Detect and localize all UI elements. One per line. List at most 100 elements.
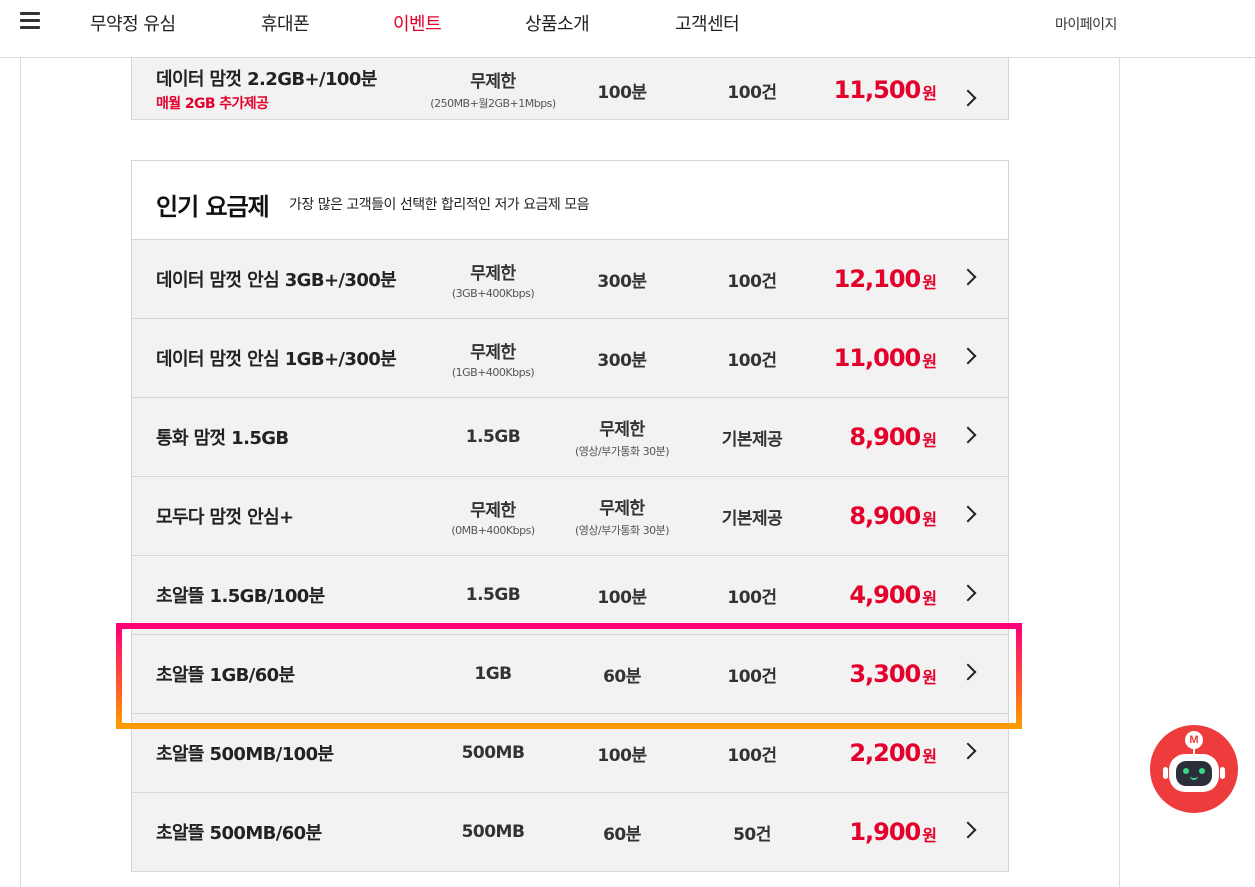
plan-row[interactable]: 통화 맘껏 1.5GB 1.5GB 무제한 (영상/부가통화 30분) 기본제공 8,90… bbox=[131, 397, 1009, 477]
plan-voice-main: 300분 bbox=[597, 350, 647, 371]
plan-name: 데이터 맘껏 2.2GB+/100분 bbox=[156, 69, 377, 90]
chatbot-eye-left bbox=[1183, 768, 1189, 774]
chatbot-button[interactable]: M bbox=[1150, 725, 1238, 813]
plan-price: 3,300 원 bbox=[849, 635, 937, 713]
plan-data: 500MB bbox=[423, 793, 563, 871]
plan-voice: 60분 bbox=[552, 635, 692, 713]
chevron-right-icon bbox=[959, 821, 977, 839]
chevron-right-icon bbox=[959, 742, 977, 760]
plan-name-block: 초알뜰 500MB/100분 bbox=[156, 714, 416, 792]
plan-voice-sub: (영상/부가통화 30분) bbox=[574, 524, 670, 537]
plan-price-currency: 원 bbox=[922, 352, 937, 371]
chevron-right-icon bbox=[959, 505, 977, 523]
plan-price: 12,100 원 bbox=[833, 240, 937, 318]
plan-row[interactable]: 데이터 맘껏 안심 3GB+/300분 무제한 (3GB+400Kbps) 300분 1… bbox=[131, 239, 1009, 319]
plan-price: 4,900 원 bbox=[849, 556, 937, 634]
plan-row[interactable]: 초알뜰 500MB/100분 500MB 100분 100건 2,200 원 bbox=[131, 713, 1009, 793]
chatbot-ear-right bbox=[1220, 767, 1225, 779]
plan-sms-main: 100건 bbox=[727, 666, 777, 687]
plan-sms-main: 100건 bbox=[727, 587, 777, 608]
plan-price: 8,900 원 bbox=[849, 477, 937, 555]
plan-sms-main: 100건 bbox=[727, 82, 777, 103]
plan-row[interactable]: 초알뜰 500MB/60분 500MB 60분 50건 1,900 원 bbox=[131, 792, 1009, 872]
plan-row[interactable]: 초알뜰 1GB/60분 1GB 60분 100건 3,300 원 bbox=[131, 634, 1009, 714]
plan-sms-main: 100건 bbox=[727, 745, 777, 766]
plan-price-currency: 원 bbox=[922, 273, 937, 292]
plan-name-block: 초알뜰 500MB/60분 bbox=[156, 793, 416, 871]
plan-sms-main: 100건 bbox=[727, 350, 777, 371]
chevron-right-icon bbox=[959, 584, 977, 602]
plan-sms: 100건 bbox=[682, 240, 822, 318]
plan-sms-main: 100건 bbox=[727, 271, 777, 292]
plan-price-currency: 원 bbox=[922, 826, 937, 845]
plan-data-main: 무제한 bbox=[470, 72, 516, 92]
nav-item-phone[interactable]: 휴대폰 bbox=[261, 10, 310, 36]
plan-name-block: 데이터 맘껏 안심 1GB+/300분 bbox=[156, 319, 416, 397]
plan-name: 데이터 맘껏 안심 1GB+/300분 bbox=[156, 349, 397, 370]
section-description: 가장 많은 고객들이 선택한 합리적인 저가 요금제 모음 bbox=[289, 197, 590, 213]
plan-name: 초알뜰 1GB/60분 bbox=[156, 665, 295, 686]
plan-data-sub: (1GB+400Kbps) bbox=[451, 365, 535, 379]
plan-data-main: 500MB bbox=[461, 822, 525, 842]
menu-icon[interactable] bbox=[20, 12, 40, 30]
plan-row[interactable]: 모두다 맘껏 안심+ 무제한 (0MB+400Kbps) 무제한 (영상/부가통화 30… bbox=[131, 476, 1009, 556]
nav-item-event[interactable]: 이벤트 bbox=[393, 10, 442, 36]
popular-plans-header: 인기 요금제 가장 많은 고객들이 선택한 합리적인 저가 요금제 모음 bbox=[131, 160, 1009, 240]
plan-voice-main: 60분 bbox=[603, 824, 641, 845]
plan-price-value: 4,900 bbox=[849, 581, 921, 609]
plan-name: 초알뜰 500MB/100분 bbox=[156, 744, 334, 765]
plan-name-block: 초알뜰 1GB/60분 bbox=[156, 635, 416, 713]
plan-name-block: 통화 맘껏 1.5GB bbox=[156, 398, 416, 476]
content-border-left bbox=[20, 58, 21, 887]
plan-price-value: 8,900 bbox=[849, 423, 921, 451]
plan-data: 1.5GB bbox=[423, 556, 563, 634]
plan-voice-sub: (영상/부가통화 30분) bbox=[574, 445, 670, 458]
plan-voice: 무제한 (영상/부가통화 30분) bbox=[552, 398, 692, 476]
top-navigation: 무약정 유심 휴대폰 이벤트 상품소개 고객센터 마이페이지 bbox=[0, 0, 1255, 58]
chatbot-face bbox=[1176, 761, 1212, 786]
plan-sms-main: 기본제공 bbox=[721, 429, 783, 450]
plan-voice: 100분 bbox=[552, 556, 692, 634]
plan-sms: 기본제공 bbox=[682, 398, 822, 476]
plan-price-currency: 원 bbox=[922, 668, 937, 687]
plan-sms-main: 기본제공 bbox=[721, 508, 783, 529]
plan-name: 통화 맘껏 1.5GB bbox=[156, 428, 289, 449]
plan-data-main: 1.5GB bbox=[465, 427, 521, 447]
plan-voice: 300분 bbox=[552, 319, 692, 397]
plan-voice-main: 무제한 bbox=[599, 499, 645, 519]
plan-row[interactable]: 데이터 맘껏 안심 1GB+/300분 무제한 (1GB+400Kbps) 300분 1… bbox=[131, 318, 1009, 398]
plan-sms: 기본제공 bbox=[682, 477, 822, 555]
section-title: 인기 요금제 bbox=[156, 193, 270, 221]
plan-voice: 60분 bbox=[552, 793, 692, 871]
plan-data-main: 무제한 bbox=[470, 342, 516, 363]
plan-name: 초알뜰 500MB/60분 bbox=[156, 823, 322, 844]
plan-data: 1GB bbox=[423, 635, 563, 713]
plan-voice: 100분 bbox=[552, 714, 692, 792]
plan-price-currency: 원 bbox=[922, 510, 937, 529]
chevron-right-icon bbox=[959, 347, 977, 365]
plan-data: 500MB bbox=[423, 714, 563, 792]
nav-item-usim[interactable]: 무약정 유심 bbox=[90, 10, 176, 36]
plan-sms: 100건 bbox=[682, 556, 822, 634]
plan-price-currency: 원 bbox=[922, 84, 937, 103]
plan-sms: 100건 bbox=[682, 319, 822, 397]
plan-voice-main: 300분 bbox=[597, 271, 647, 292]
chevron-right-icon bbox=[959, 663, 977, 681]
nav-item-products[interactable]: 상품소개 bbox=[525, 10, 590, 36]
plan-price-value: 8,900 bbox=[849, 502, 921, 530]
chevron-right-icon bbox=[959, 268, 977, 286]
chevron-right-icon bbox=[959, 89, 977, 107]
plan-data-main: 1GB bbox=[474, 664, 512, 684]
plan-sms: 50건 bbox=[682, 793, 822, 871]
mypage-link[interactable]: 마이페이지 bbox=[1055, 14, 1117, 34]
plan-voice: 무제한 (영상/부가통화 30분) bbox=[552, 477, 692, 555]
nav-item-support[interactable]: 고객센터 bbox=[675, 10, 740, 36]
chevron-right-icon bbox=[959, 426, 977, 444]
plan-price-currency: 원 bbox=[922, 747, 937, 766]
plan-name-block: 데이터 맘껏 안심 3GB+/300분 bbox=[156, 240, 416, 318]
plan-name: 모두다 맘껏 안심+ bbox=[156, 507, 294, 528]
plan-row[interactable]: 초알뜰 1.5GB/100분 1.5GB 100분 100건 4,900 원 bbox=[131, 555, 1009, 635]
plan-price-value: 12,100 bbox=[833, 265, 922, 293]
plan-voice-main: 100분 bbox=[597, 587, 647, 608]
plan-price: 11,000 원 bbox=[834, 319, 937, 397]
